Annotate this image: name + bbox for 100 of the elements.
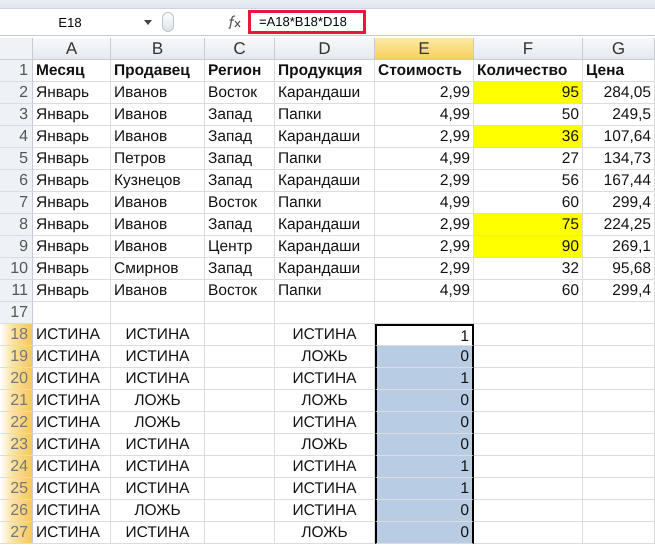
table-cell — [583, 434, 655, 456]
table-cell: 2,99 — [375, 170, 474, 192]
table-cell: 4,99 — [375, 148, 474, 170]
table-cell: 134,73 — [583, 148, 655, 170]
table-cell — [583, 456, 655, 478]
row-header[interactable]: 17 — [0, 302, 33, 324]
table-cell — [205, 456, 275, 478]
table-cell — [583, 500, 655, 522]
table-cell: Иванов — [111, 214, 205, 236]
table-cell: 249,5 — [583, 104, 655, 126]
row-header[interactable]: 27 — [0, 522, 33, 544]
function-icon[interactable] — [226, 15, 242, 29]
table-cell — [583, 478, 655, 500]
table-cell: Запад — [205, 148, 275, 170]
column-header[interactable]: F — [474, 38, 583, 60]
table-cell: 60 — [474, 280, 583, 302]
table-cell: ИСТИНА — [111, 368, 205, 390]
table-cell: 2,99 — [375, 258, 474, 280]
table-cell: 0 — [375, 412, 474, 434]
table-cell — [205, 434, 275, 456]
table-cell: ИСТИНА — [33, 412, 111, 434]
table-cell — [583, 390, 655, 412]
table-cell: ИСТИНА — [33, 346, 111, 368]
table-cell: 167,44 — [583, 170, 655, 192]
row-header[interactable]: 4 — [0, 126, 33, 148]
table-cell: ЛОЖЬ — [111, 500, 205, 522]
table-cell: 56 — [474, 170, 583, 192]
table-cell: Восток — [205, 82, 275, 104]
table-cell: ИСТИНА — [33, 478, 111, 500]
table-cell: Иванов — [111, 280, 205, 302]
table-cell: Запад — [205, 258, 275, 280]
row-header[interactable]: 8 — [0, 214, 33, 236]
table-cell: 0 — [375, 346, 474, 368]
row-header[interactable]: 2 — [0, 82, 33, 104]
table-cell: Иванов — [111, 126, 205, 148]
table-cell: 299,4 — [583, 192, 655, 214]
column-header[interactable]: B — [111, 38, 205, 60]
table-cell: Январь — [33, 258, 111, 280]
table-cell: ИСТИНА — [33, 456, 111, 478]
row-header[interactable]: 6 — [0, 170, 33, 192]
table-cell: Кузнецов — [111, 170, 205, 192]
table-cell: 1 — [375, 324, 474, 346]
row-header[interactable]: 5 — [0, 148, 33, 170]
table-cell: 284,05 — [583, 82, 655, 104]
table-cell: 90 — [474, 236, 583, 258]
table-cell: 107,64 — [583, 126, 655, 148]
table-cell: ИСТИНА — [33, 500, 111, 522]
row-header[interactable]: 3 — [0, 104, 33, 126]
column-header[interactable]: E — [375, 38, 474, 60]
table-cell: 32 — [474, 258, 583, 280]
table-cell: Запад — [205, 214, 275, 236]
table-cell: Регион — [205, 60, 275, 82]
row-header[interactable]: 9 — [0, 236, 33, 258]
column-header[interactable]: D — [275, 38, 375, 60]
row-header[interactable]: 1 — [0, 60, 33, 82]
table-cell: 95 — [474, 82, 583, 104]
table-cell: ИСТИНА — [111, 456, 205, 478]
table-cell: Стоимость — [375, 60, 474, 82]
table-cell: Январь — [33, 236, 111, 258]
table-cell: ИСТИНА — [111, 478, 205, 500]
table-cell: Карандаши — [275, 236, 375, 258]
table-cell: 0 — [375, 522, 474, 544]
table-cell: Петров — [111, 148, 205, 170]
table-cell: Смирнов — [111, 258, 205, 280]
table-cell: Папки — [275, 280, 375, 302]
table-cell: ЛОЖЬ — [111, 412, 205, 434]
table-cell: Карандаши — [275, 170, 375, 192]
formula-field[interactable]: =A18*B18*D18 — [248, 10, 366, 34]
table-cell: Центр — [205, 236, 275, 258]
table-cell: ИСТИНА — [111, 346, 205, 368]
table-cell: Январь — [33, 214, 111, 236]
table-cell: 224,25 — [583, 214, 655, 236]
column-header[interactable]: C — [205, 38, 275, 60]
table-cell: Январь — [33, 280, 111, 302]
table-cell: Январь — [33, 148, 111, 170]
name-box[interactable]: E18 — [0, 11, 158, 33]
column-header[interactable]: G — [583, 38, 655, 60]
table-cell: Запад — [205, 104, 275, 126]
table-cell: Карандаши — [275, 214, 375, 236]
column-header[interactable]: A — [33, 38, 111, 60]
row-header[interactable]: 21 — [0, 390, 33, 412]
dropdown-icon[interactable] — [144, 20, 152, 24]
table-cell — [205, 500, 275, 522]
row-header[interactable]: 11 — [0, 280, 33, 302]
table-cell — [205, 368, 275, 390]
table-cell — [583, 324, 655, 346]
table-cell: Папки — [275, 192, 375, 214]
table-cell: Карандаши — [275, 126, 375, 148]
table-cell: Папки — [275, 148, 375, 170]
table-cell: Иванов — [111, 192, 205, 214]
table-cell — [205, 324, 275, 346]
table-cell: Восток — [205, 192, 275, 214]
table-cell — [205, 522, 275, 544]
row-header[interactable]: 7 — [0, 192, 33, 214]
table-cell — [583, 302, 655, 324]
table-cell: 0 — [375, 434, 474, 456]
table-cell: Январь — [33, 104, 111, 126]
resize-handle[interactable] — [162, 12, 174, 32]
table-cell: 75 — [474, 214, 583, 236]
row-header[interactable]: 10 — [0, 258, 33, 280]
